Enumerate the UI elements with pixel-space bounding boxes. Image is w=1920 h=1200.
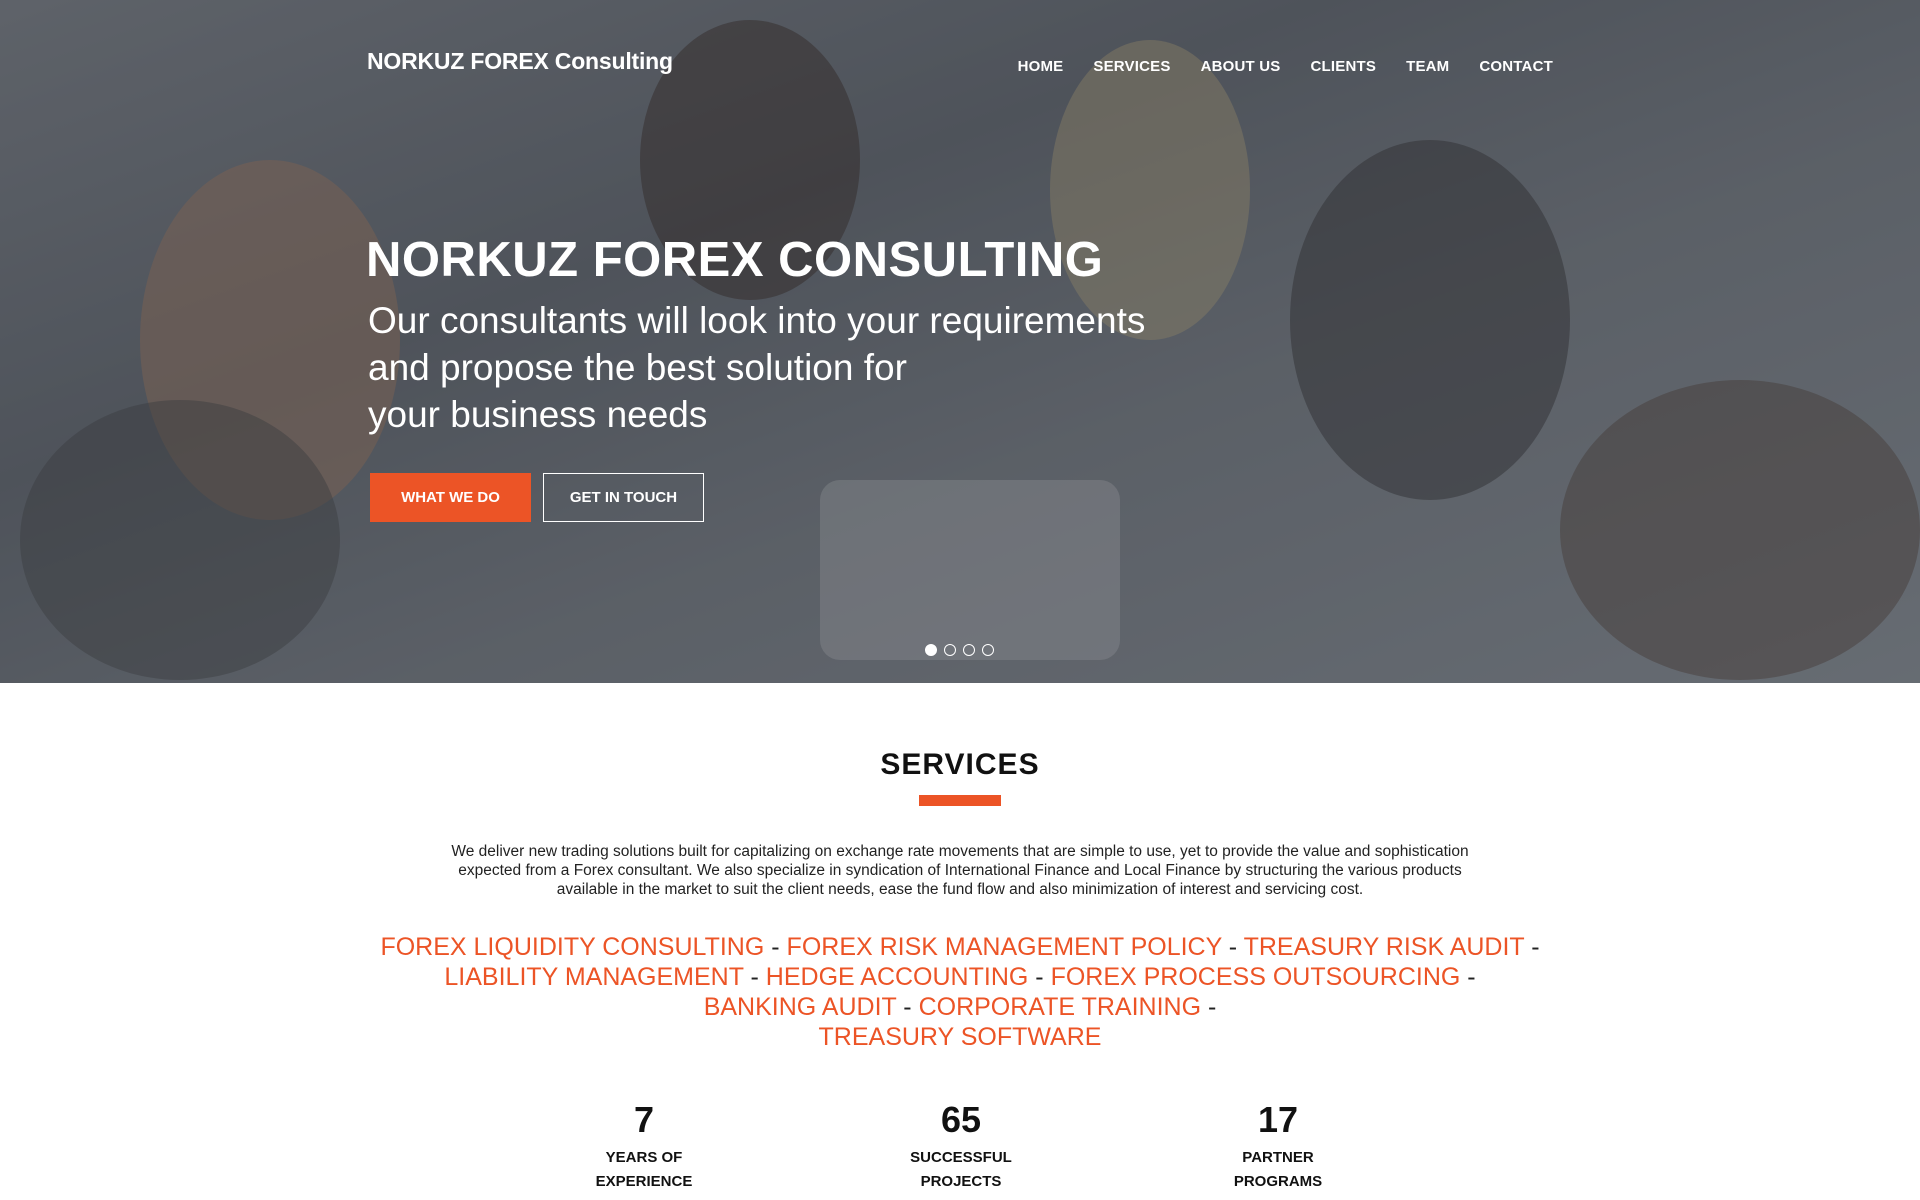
separator: -	[750, 963, 759, 991]
stat-label-line: EXPERIENCE	[595, 1173, 693, 1190]
service-links: FOREX LIQUIDITY CONSULTING - FOREX RISK …	[380, 932, 1540, 1052]
service-link[interactable]: LIABILITY MANAGEMENT	[444, 963, 743, 991]
stat-label-line: PARTNER	[1242, 1149, 1314, 1166]
hero-section: NORKUZ FOREX Consulting HOME SERVICES AB…	[0, 0, 1920, 683]
separator: -	[1035, 963, 1044, 991]
what-we-do-button[interactable]: WHAT WE DO	[370, 473, 531, 522]
services-title: SERVICES	[880, 748, 1040, 781]
hero-title: NORKUZ FOREX CONSULTING	[366, 233, 1104, 287]
main-nav: HOME SERVICES ABOUT US CLIENTS TEAM CONT…	[988, 58, 1553, 75]
nav-home[interactable]: HOME	[1018, 58, 1064, 75]
services-title-underline	[919, 795, 1001, 806]
separator: -	[771, 933, 780, 961]
stat-label-line: PROJECTS	[920, 1173, 1002, 1190]
stat-label: SUCCESSFUL PROJECTS	[861, 1146, 1061, 1194]
service-link[interactable]: FOREX PROCESS OUTSOURCING	[1051, 963, 1461, 991]
get-in-touch-button[interactable]: GET IN TOUCH	[543, 473, 704, 522]
service-link[interactable]: FOREX LIQUIDITY CONSULTING	[380, 933, 764, 961]
stat-projects: 65 SUCCESSFUL PROJECTS	[861, 1096, 1061, 1194]
slider-dot[interactable]	[982, 644, 994, 656]
hero-subtitle-line: Our consultants will look into your requ…	[368, 300, 1146, 341]
slider-dot[interactable]	[925, 644, 937, 656]
slider-dot[interactable]	[963, 644, 975, 656]
separator: -	[1467, 963, 1476, 991]
separator: -	[1531, 933, 1540, 961]
stat-programs: 17 PARTNER PROGRAMS	[1178, 1096, 1378, 1194]
separator: -	[903, 993, 912, 1021]
stat-label-line: YEARS OF	[605, 1149, 683, 1166]
stat-label-line: SUCCESSFUL	[910, 1149, 1012, 1166]
nav-about-us[interactable]: ABOUT US	[1201, 58, 1281, 75]
hero-subtitle: Our consultants will look into your requ…	[368, 297, 1168, 438]
stat-number: 17	[1257, 1099, 1299, 1140]
service-link[interactable]: BANKING AUDIT	[704, 993, 897, 1021]
hero-subtitle-line: and propose the best solution for	[368, 347, 907, 388]
stat-label: YEARS OF EXPERIENCE	[544, 1146, 744, 1194]
nav-contact[interactable]: CONTACT	[1479, 58, 1553, 75]
nav-team[interactable]: TEAM	[1406, 58, 1449, 75]
service-link[interactable]: CORPORATE TRAINING	[919, 993, 1201, 1021]
nav-clients[interactable]: CLIENTS	[1311, 58, 1377, 75]
service-link[interactable]: HEDGE ACCOUNTING	[766, 963, 1029, 991]
stat-years: 7 YEARS OF EXPERIENCE	[544, 1096, 744, 1194]
brand-logo[interactable]: NORKUZ FOREX Consulting	[367, 48, 673, 75]
stat-number: 65	[940, 1099, 982, 1140]
services-description: We deliver new trading solutions built f…	[451, 843, 1469, 898]
separator: -	[1228, 933, 1238, 961]
separator: -	[1207, 993, 1217, 1021]
service-link[interactable]: FOREX RISK MANAGEMENT POLICY	[787, 933, 1222, 961]
nav-services[interactable]: SERVICES	[1093, 58, 1170, 75]
service-link[interactable]: TREASURY SOFTWARE	[819, 1023, 1102, 1051]
service-link[interactable]: TREASURY RISK AUDIT	[1244, 933, 1525, 961]
stat-number: 7	[633, 1099, 655, 1140]
stat-label-line: PROGRAMS	[1233, 1173, 1323, 1190]
slider-dot[interactable]	[944, 644, 956, 656]
slider-dots	[925, 644, 994, 656]
hero-subtitle-line: your business needs	[368, 394, 708, 435]
stat-label: PARTNER PROGRAMS	[1178, 1146, 1378, 1194]
